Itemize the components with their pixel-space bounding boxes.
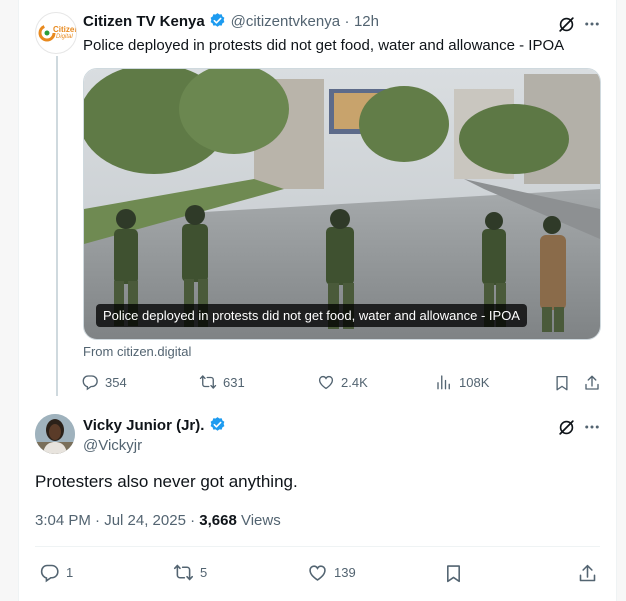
- header-separator: ·: [344, 13, 350, 30]
- tweet2-views-count: 3,668: [199, 512, 237, 529]
- like-count: 2.4K: [341, 374, 368, 390]
- thread-connector: [56, 56, 58, 396]
- divider: [35, 546, 600, 547]
- reply-button[interactable]: 354: [81, 373, 127, 391]
- like-count: 139: [334, 565, 356, 580]
- bookmark-icon: [556, 375, 568, 391]
- repost-count: 5: [200, 565, 208, 580]
- citizen-tv-avatar[interactable]: Citizen Digital: [35, 12, 77, 54]
- tweet1-text: Police deployed in protests did not get …: [83, 37, 565, 54]
- tweet1-header: Citizen TV Kenya @citizentvkenya · 12h: [83, 12, 379, 31]
- repost-button[interactable]: 631: [199, 373, 245, 391]
- tweet2-meta: 3:04 PM · Jul 24, 2025 · 3,668 Views: [35, 512, 281, 529]
- bookmark-button[interactable]: [551, 372, 573, 394]
- like-button[interactable]: 2.4K: [317, 373, 368, 391]
- verified-badge-icon: [210, 13, 225, 27]
- share-icon: [585, 375, 599, 390]
- repost-count: 631: [223, 374, 245, 390]
- avatar-brand-text: Citizen: [53, 25, 77, 34]
- reply-count: 354: [105, 374, 127, 390]
- verified-badge-icon: [210, 417, 225, 431]
- grok-icon[interactable]: [555, 416, 577, 438]
- views-icon: [437, 375, 450, 390]
- tweet2-text: Protesters also never got anything.: [35, 472, 298, 491]
- bookmark-icon: [446, 564, 460, 582]
- repost-button[interactable]: 5: [173, 562, 207, 583]
- share-button[interactable]: [575, 562, 599, 584]
- tweet2-author-line: Vicky Junior (Jr).: [83, 416, 226, 435]
- tweet1-author-name[interactable]: Citizen TV Kenya: [83, 13, 205, 30]
- timeline-card: Citizen Digital Citizen TV Kenya @citize…: [18, 0, 617, 601]
- like-icon: [309, 565, 326, 581]
- grok-icon[interactable]: [555, 13, 577, 35]
- tweet1-media-image[interactable]: Police deployed in protests did not get …: [83, 68, 601, 340]
- tweet2-views-label: Views: [236, 512, 281, 529]
- views-button[interactable]: 108K: [435, 373, 489, 391]
- protest-police-photo: [84, 69, 600, 339]
- reply-icon: [40, 564, 59, 583]
- avatar-brand-subtext: Digital: [56, 34, 73, 40]
- more-icon[interactable]: [581, 13, 603, 35]
- tweet2-handle[interactable]: @Vickyjr: [83, 437, 142, 454]
- views-count: 108K: [459, 374, 490, 390]
- repost-icon: [199, 375, 217, 389]
- share-icon: [579, 564, 595, 581]
- repost-icon: [173, 564, 194, 581]
- reply-count: 1: [66, 565, 74, 580]
- reply-button[interactable]: 1: [39, 562, 73, 583]
- share-button[interactable]: [581, 372, 603, 394]
- like-button[interactable]: 139: [307, 562, 356, 583]
- more-icon[interactable]: [581, 416, 603, 438]
- bookmark-button[interactable]: [441, 562, 465, 584]
- vicky-avatar[interactable]: [35, 414, 75, 454]
- reply-icon: [82, 375, 98, 391]
- link-source[interactable]: From citizen.digital: [83, 344, 191, 359]
- tweet2-author-name[interactable]: Vicky Junior (Jr).: [83, 417, 204, 434]
- like-icon: [318, 375, 334, 390]
- tweet1-time[interactable]: 12h: [354, 13, 379, 30]
- tweet1-handle[interactable]: @citizentvkenya: [231, 13, 340, 30]
- media-caption-overlay: Police deployed in protests did not get …: [96, 304, 527, 327]
- tweet2-timestamp[interactable]: 3:04 PM · Jul 24, 2025 ·: [35, 512, 199, 529]
